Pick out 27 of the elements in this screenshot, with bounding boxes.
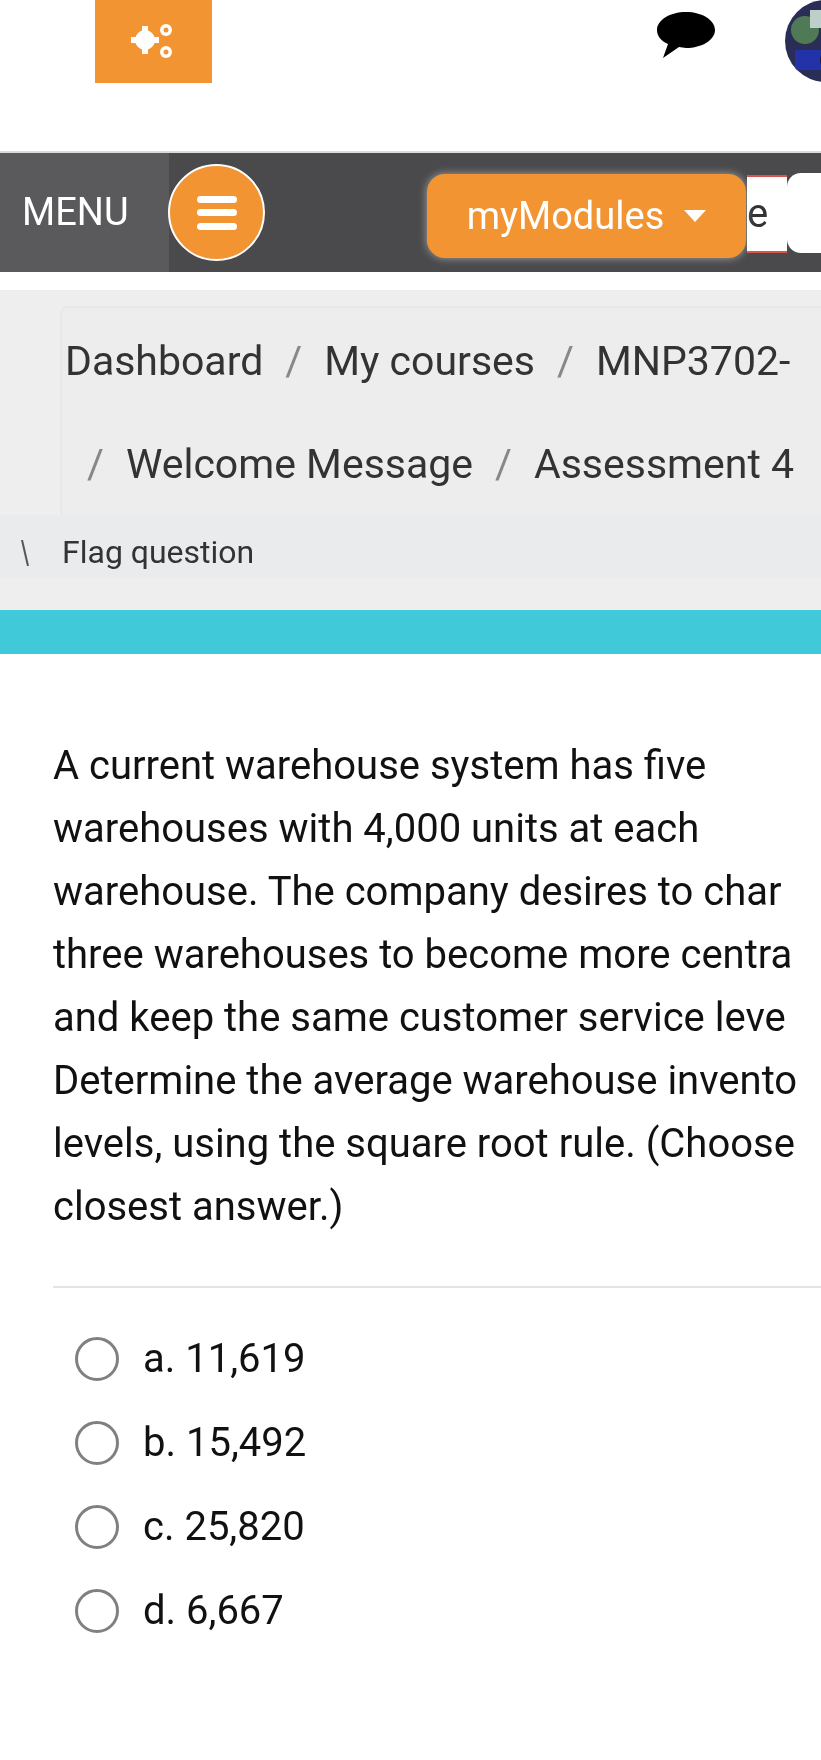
menu-icon: [196, 195, 237, 230]
settings-button[interactable]: [95, 0, 212, 83]
flag-icon: [20, 540, 30, 566]
breadcrumb-separator: /: [495, 439, 512, 490]
breadcrumb-link[interactable]: MNP3702-: [595, 330, 791, 392]
radio-button[interactable]: [75, 1589, 119, 1633]
breadcrumb-link[interactable]: Assessment 4: [533, 434, 795, 496]
answer-option-label: a. 11,619: [143, 1334, 306, 1384]
menu-label: MENU: [22, 189, 129, 236]
breadcrumb-separator: /: [285, 335, 303, 387]
search-field[interactable]: e: [747, 175, 787, 253]
text-field[interactable]: [787, 173, 821, 253]
chat-bubble-icon[interactable]: [655, 10, 717, 60]
question-text: A current warehouse system has five warehouses with 4,000 units at each warehouse. The company desires to char three warehouses to become more centra and keep the same customer service leve Determine the average warehouse invento levels, using the square root rule. (Choose closest answer.): [53, 741, 798, 1232]
answer-option-label: d. 6,667: [143, 1586, 284, 1636]
answer-option-label: c. 25,820: [143, 1502, 305, 1552]
radio-button[interactable]: [75, 1337, 119, 1381]
breadcrumb-link[interactable]: Welcome Message: [125, 434, 474, 496]
radio-button[interactable]: [75, 1505, 119, 1549]
breadcrumb-link[interactable]: My courses: [324, 330, 535, 392]
caret-icon: [684, 210, 707, 222]
breadcrumb-link[interactable]: Dashboard: [65, 330, 264, 392]
breadcrumb-separator: /: [87, 439, 104, 490]
breadcrumb-separator: /: [557, 335, 574, 387]
flag-question-link[interactable]: Flag question: [62, 534, 255, 570]
answer-option-label: b. 15,492: [143, 1418, 307, 1468]
radio-button[interactable]: [75, 1421, 119, 1465]
